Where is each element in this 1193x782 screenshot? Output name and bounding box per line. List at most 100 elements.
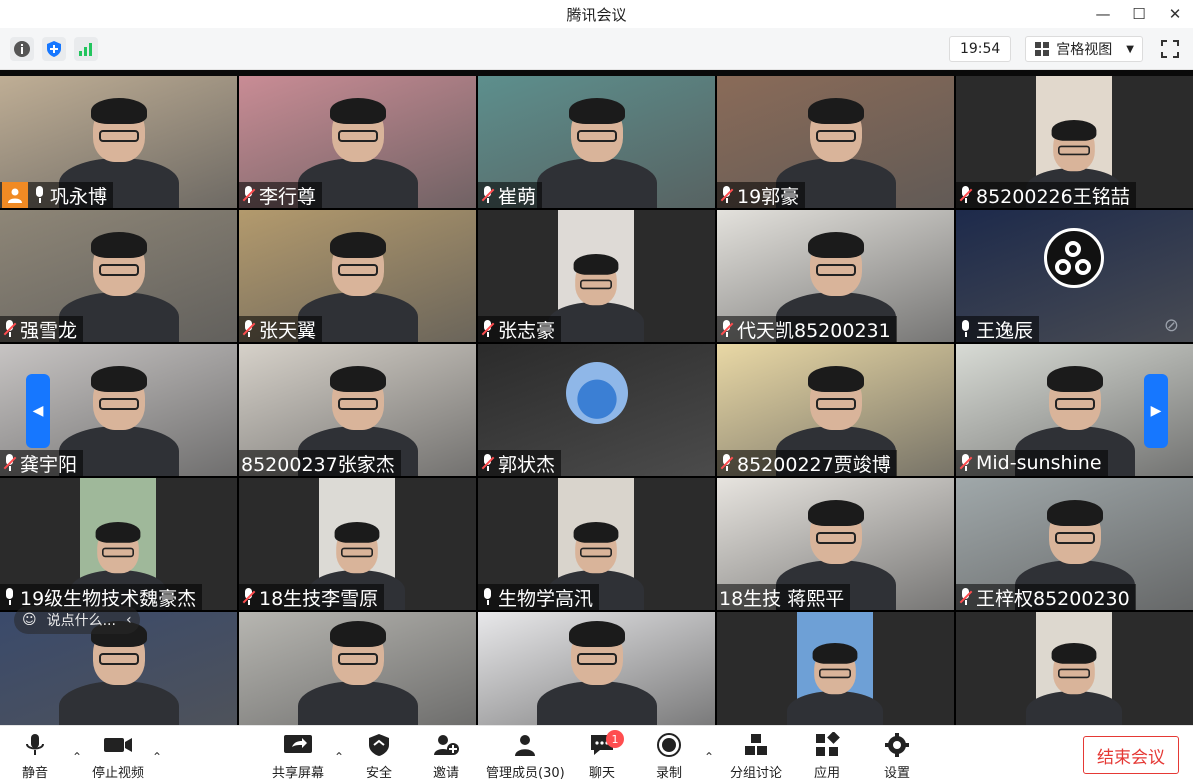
record-options-chevron-icon[interactable]: ⌃ xyxy=(704,750,714,764)
mic-muted-icon xyxy=(241,320,256,338)
participant-name: 郭状杰 xyxy=(498,453,556,476)
prev-page-button[interactable]: ◀ xyxy=(26,374,50,448)
minimize-button[interactable]: — xyxy=(1085,0,1121,28)
participant-tile[interactable]: 巩永博 xyxy=(0,76,237,208)
share-options-chevron-icon[interactable]: ⌃ xyxy=(334,750,344,764)
chevron-down-icon: ▼ xyxy=(1126,43,1134,55)
chat-placeholder: 说点什么... xyxy=(46,613,116,629)
mic-muted-icon xyxy=(2,320,17,338)
participant-tile[interactable]: 19郭豪 xyxy=(717,76,954,208)
view-mode-dropdown[interactable]: 宫格视图 ▼ xyxy=(1025,36,1143,62)
info-icon[interactable] xyxy=(10,37,34,61)
participant-name-tag: 85200237张家杰 xyxy=(239,450,401,476)
mic-muted-icon xyxy=(2,454,17,472)
mic-muted-icon xyxy=(958,588,973,606)
participant-tile[interactable]: 代天凯85200231 xyxy=(717,210,954,342)
participant-name: 张志豪 xyxy=(498,319,556,342)
shield-icon xyxy=(369,734,389,756)
mic-muted-icon xyxy=(480,320,495,338)
manage-members-label: 管理成员(30) xyxy=(486,766,565,781)
invite-button[interactable]: 邀请 xyxy=(432,732,460,781)
participant-figure xyxy=(58,621,179,725)
participant-tile[interactable]: 生物学高汛 xyxy=(478,478,715,610)
participant-name: 王梓权85200230 xyxy=(976,587,1130,610)
settings-label: 设置 xyxy=(884,766,911,781)
fullscreen-icon[interactable] xyxy=(1157,36,1183,62)
participant-tile[interactable]: 张天翼 xyxy=(239,210,476,342)
participant-tile[interactable]: 85200237张家杰 xyxy=(239,344,476,476)
chat-input-bar[interactable]: ☺ 说点什么... ‹ xyxy=(14,606,140,634)
participant-name-tag: 张志豪 xyxy=(478,316,562,342)
share-screen-button[interactable]: 共享屏幕 xyxy=(272,732,324,781)
microphone-icon xyxy=(958,320,972,338)
mic-muted-icon xyxy=(719,454,734,472)
participant-name-tag: 19郭豪 xyxy=(717,182,806,208)
participant-name: 85200227贾竣博 xyxy=(737,453,891,476)
next-page-button[interactable]: ▶ xyxy=(1144,374,1168,448)
shield-icon[interactable] xyxy=(42,37,66,61)
participant-tile[interactable]: 19级生物技术魏豪杰 xyxy=(0,478,237,610)
participant-tile[interactable] xyxy=(717,612,954,725)
breakout-label: 分组讨论 xyxy=(730,766,783,781)
invite-label: 邀请 xyxy=(432,766,459,781)
mute-button[interactable]: 静音 xyxy=(22,732,48,781)
participant-tile[interactable] xyxy=(239,612,476,725)
title-bar: 腾讯会议 — ☐ ✕ xyxy=(0,0,1193,28)
participant-name: 李行尊 xyxy=(259,185,317,208)
mute-label: 静音 xyxy=(22,766,49,781)
apps-label: 应用 xyxy=(814,766,841,781)
participant-name: 巩永博 xyxy=(50,185,108,208)
record-button[interactable]: 录制 xyxy=(656,732,682,781)
participant-tile[interactable]: 郭状杰 xyxy=(478,344,715,476)
chevron-left-icon[interactable]: ‹ xyxy=(126,612,132,628)
participant-name: 18生技李雪原 xyxy=(259,587,379,610)
control-bar: 静音 ⌃ 停止视频 ⌃ 共享屏幕 ⌃ 安全 邀请 管理成员(30) 1 聊天 录… xyxy=(0,725,1193,782)
participant-tile[interactable] xyxy=(478,612,715,725)
participant-name-tag: 18生技 蒋熙平 xyxy=(717,584,851,610)
mute-options-chevron-icon[interactable]: ⌃ xyxy=(72,750,82,764)
microphone-icon xyxy=(26,734,44,755)
participant-name: 19郭豪 xyxy=(737,185,800,208)
participant-name-tag: 龚宇阳 xyxy=(0,450,84,476)
participant-tile[interactable]: 王梓权85200230 xyxy=(956,478,1193,610)
participant-tile[interactable]: 强雪龙 xyxy=(0,210,237,342)
manage-members-button[interactable]: 管理成员(30) xyxy=(486,732,565,781)
participant-tile[interactable]: 85200227贾竣博 xyxy=(717,344,954,476)
breakout-icon xyxy=(745,734,767,755)
grid-view-icon xyxy=(1035,42,1050,56)
video-options-chevron-icon[interactable]: ⌃ xyxy=(152,750,162,764)
participant-tile[interactable]: 崔萌 xyxy=(478,76,715,208)
participant-tile[interactable]: 18生技李雪原 xyxy=(239,478,476,610)
participant-tile[interactable]: 张志豪 xyxy=(478,210,715,342)
breakout-button[interactable]: 分组讨论 xyxy=(730,732,782,781)
stop-video-button[interactable]: 停止视频 xyxy=(92,732,144,781)
stop-video-label: 停止视频 xyxy=(92,766,145,781)
video-gallery: 巩永博 李行尊 崔萌 19郭豪 85200226王铭喆强雪龙 张天翼 张志豪 代天凯85200… xyxy=(0,70,1193,725)
end-meeting-button[interactable]: 结束会议 xyxy=(1083,736,1179,774)
window-title: 腾讯会议 xyxy=(566,5,627,24)
participant-name-tag: 85200226王铭喆 xyxy=(956,182,1136,208)
participant-name: 85200237张家杰 xyxy=(241,453,395,476)
emoji-icon[interactable]: ☺ xyxy=(22,612,37,628)
participant-tile[interactable]: ⊘ 王逸辰 xyxy=(956,210,1193,342)
participant-tile[interactable]: 85200226王铭喆 xyxy=(956,76,1193,208)
participant-tile[interactable]: 18生技 蒋熙平 xyxy=(717,478,954,610)
close-button[interactable]: ✕ xyxy=(1157,0,1193,28)
participant-name-tag: 18生技李雪原 xyxy=(239,584,385,610)
participant-name: 王逸辰 xyxy=(976,319,1034,342)
security-label: 安全 xyxy=(366,766,393,781)
participant-tile[interactable]: 李行尊 xyxy=(239,76,476,208)
microphone-icon xyxy=(2,588,16,606)
maximize-button[interactable]: ☐ xyxy=(1121,0,1157,28)
settings-button[interactable]: 设置 xyxy=(884,732,910,781)
record-icon xyxy=(657,733,681,757)
chat-unread-badge: 1 xyxy=(606,730,624,748)
participant-name-tag: 李行尊 xyxy=(239,182,323,208)
security-button[interactable]: 安全 xyxy=(366,732,392,781)
obs-logo-icon xyxy=(1044,228,1104,288)
participant-tile[interactable] xyxy=(956,612,1193,725)
signal-icon[interactable] xyxy=(74,37,98,61)
participant-name: 85200226王铭喆 xyxy=(976,185,1130,208)
chat-button[interactable]: 1 聊天 xyxy=(588,730,624,781)
apps-button[interactable]: 应用 xyxy=(814,732,840,781)
